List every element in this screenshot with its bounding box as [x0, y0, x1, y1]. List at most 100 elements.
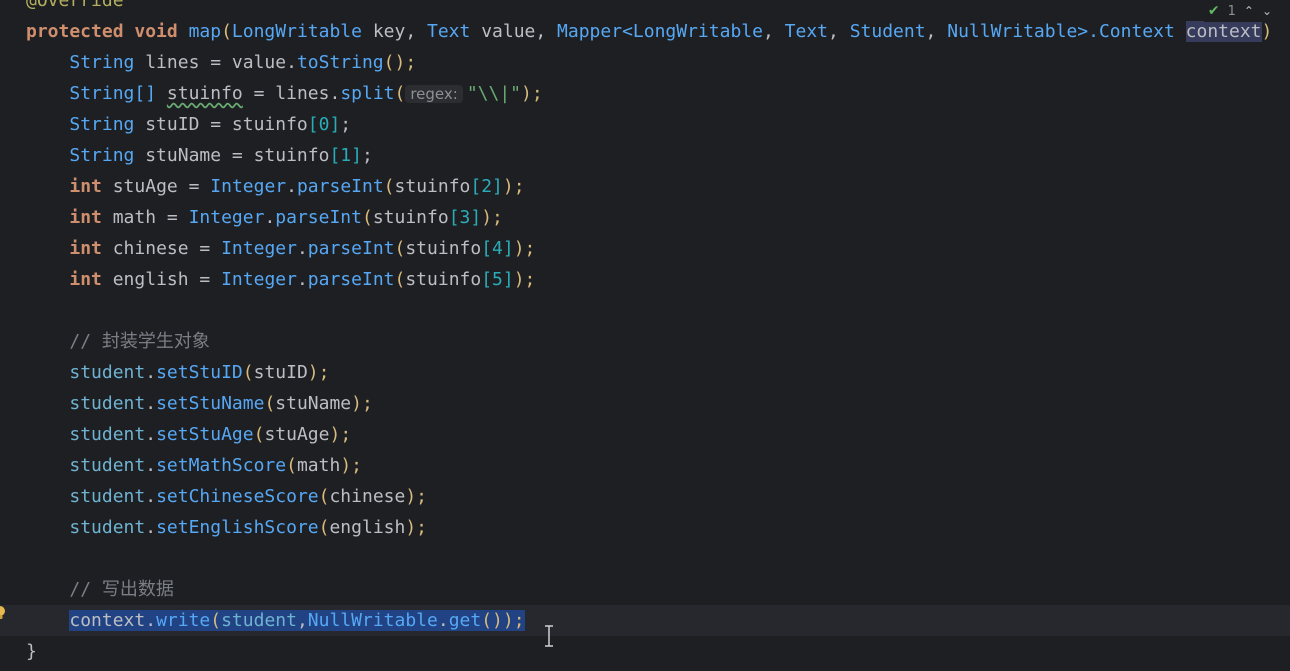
code-line[interactable]: int stuAge = Integer.parseInt(stuinfo[2]…	[0, 171, 1290, 202]
code-token: (	[264, 393, 276, 414]
code-token: english =	[112, 269, 222, 290]
code-token: (	[286, 455, 297, 476]
code-token: [5]	[481, 269, 514, 290]
code-token: stuName	[275, 393, 352, 414]
code-token: parseInt	[307, 269, 395, 290]
code-token: Integer	[221, 269, 297, 290]
code-line[interactable]: student.setStuID(stuID);	[0, 357, 1290, 388]
code-token: )	[1261, 21, 1273, 42]
code-token: "\\|"	[466, 83, 522, 104]
code-token: (	[383, 176, 395, 197]
code-line[interactable]: int chinese = Integer.parseInt(stuinfo[4…	[0, 233, 1290, 264]
code-token: [4]	[481, 238, 514, 259]
code-line[interactable]: String lines = value.toString();	[0, 47, 1290, 78]
code-token: student	[69, 424, 146, 445]
code-token: );	[513, 269, 536, 290]
code-token: stuinfo	[405, 269, 482, 290]
code-line[interactable]: String stuName = stuinfo[1];	[0, 140, 1290, 171]
code-line[interactable]: student.setEnglishScore(english);	[0, 512, 1290, 543]
chevron-up-icon[interactable]: ⌃	[1244, 4, 1254, 18]
code-line[interactable]: // 封装学生对象	[0, 326, 1290, 357]
code-token: );	[351, 393, 373, 414]
code-token: get	[448, 610, 482, 631]
code-line[interactable]: protected void map(LongWritable key, Tex…	[0, 16, 1290, 47]
code-token: );	[340, 455, 362, 476]
lightbulb-icon[interactable]	[0, 605, 6, 621]
code-line[interactable]: }	[0, 636, 1290, 667]
code-line[interactable]: String stuID = stuinfo[0];	[0, 109, 1290, 140]
code-token: int	[69, 269, 113, 290]
code-token: student	[69, 486, 146, 507]
code-line[interactable]: student.setStuAge(stuAge);	[0, 419, 1290, 450]
code-token: stuinfo	[405, 238, 482, 259]
code-line[interactable]: @Override	[0, 0, 1290, 16]
code-token: int	[69, 238, 113, 259]
code-token: .	[145, 610, 157, 631]
code-token: context	[1185, 21, 1262, 42]
code-token: setChineseScore	[156, 486, 319, 507]
code-token: (	[210, 610, 222, 631]
code-line[interactable]	[0, 295, 1290, 326]
code-line[interactable]: student.setMathScore(math);	[0, 450, 1290, 481]
code-line[interactable]: student.setChineseScore(chinese);	[0, 481, 1290, 512]
code-token: (	[394, 238, 406, 259]
code-token: );	[513, 238, 536, 259]
code-token: student	[69, 362, 146, 383]
code-token: key,	[372, 21, 427, 42]
code-line[interactable]: String[] stuinfo = lines.split(regex: "\\…	[0, 78, 1290, 109]
code-token: parseInt	[307, 238, 395, 259]
code-token: student	[69, 517, 146, 538]
code-line[interactable]	[0, 543, 1290, 574]
code-token: parseInt	[296, 176, 384, 197]
code-editor[interactable]: @Override protected void map(LongWritable…	[0, 0, 1290, 671]
code-token: chinese	[329, 486, 406, 507]
code-token: Text	[784, 21, 828, 42]
code-token: parseInt	[275, 207, 362, 228]
code-token: = lines.	[242, 83, 341, 104]
code-token: Student	[849, 21, 926, 42]
code-line[interactable]: student.setStuName(stuName);	[0, 388, 1290, 419]
code-token: toString	[296, 52, 384, 73]
code-token: context	[69, 610, 146, 631]
code-line[interactable]: int english = Integer.parseInt(stuinfo[5…	[0, 264, 1290, 295]
code-token: int	[69, 176, 113, 197]
code-token: NullWritable	[947, 21, 1078, 42]
code-token: ,	[925, 21, 948, 42]
code-token: ;	[361, 145, 373, 166]
chevron-down-icon[interactable]: ⌄	[1262, 4, 1272, 18]
code-line[interactable]: context.write(student,NullWritable.get()…	[0, 605, 1290, 636]
code-token: ,	[762, 21, 785, 42]
code-token: (	[242, 362, 254, 383]
code-token: String[]	[69, 83, 167, 104]
code-token: .	[145, 486, 157, 507]
code-token: setEnglishScore	[156, 517, 319, 538]
code-token: .	[437, 610, 449, 631]
code-token: .	[296, 238, 308, 259]
code-token: student	[69, 455, 146, 476]
code-line[interactable]: int math = Integer.parseInt(stuinfo[3]);	[0, 202, 1290, 233]
code-token: Mapper<	[557, 21, 633, 42]
code-token: }	[26, 641, 37, 662]
code-token: stuID = stuinfo	[145, 114, 308, 135]
code-token: stuID	[253, 362, 308, 383]
code-token: [1]	[329, 145, 362, 166]
code-line[interactable]: // 写出数据	[0, 574, 1290, 605]
code-token: map	[188, 21, 222, 42]
code-token: write	[156, 610, 211, 631]
code-token: ,	[828, 21, 850, 42]
code-token: stuinfo	[372, 207, 449, 228]
code-token: .	[145, 393, 157, 414]
code-token: math	[296, 455, 341, 476]
code-token: Integer	[188, 207, 265, 228]
inspection-widget[interactable]: ✔ 1 ⌃ ⌄	[1203, 0, 1276, 22]
code-token: Text	[427, 21, 482, 42]
code-token: );	[521, 83, 543, 104]
code-token: );	[329, 424, 352, 445]
code-token: String	[69, 145, 146, 166]
